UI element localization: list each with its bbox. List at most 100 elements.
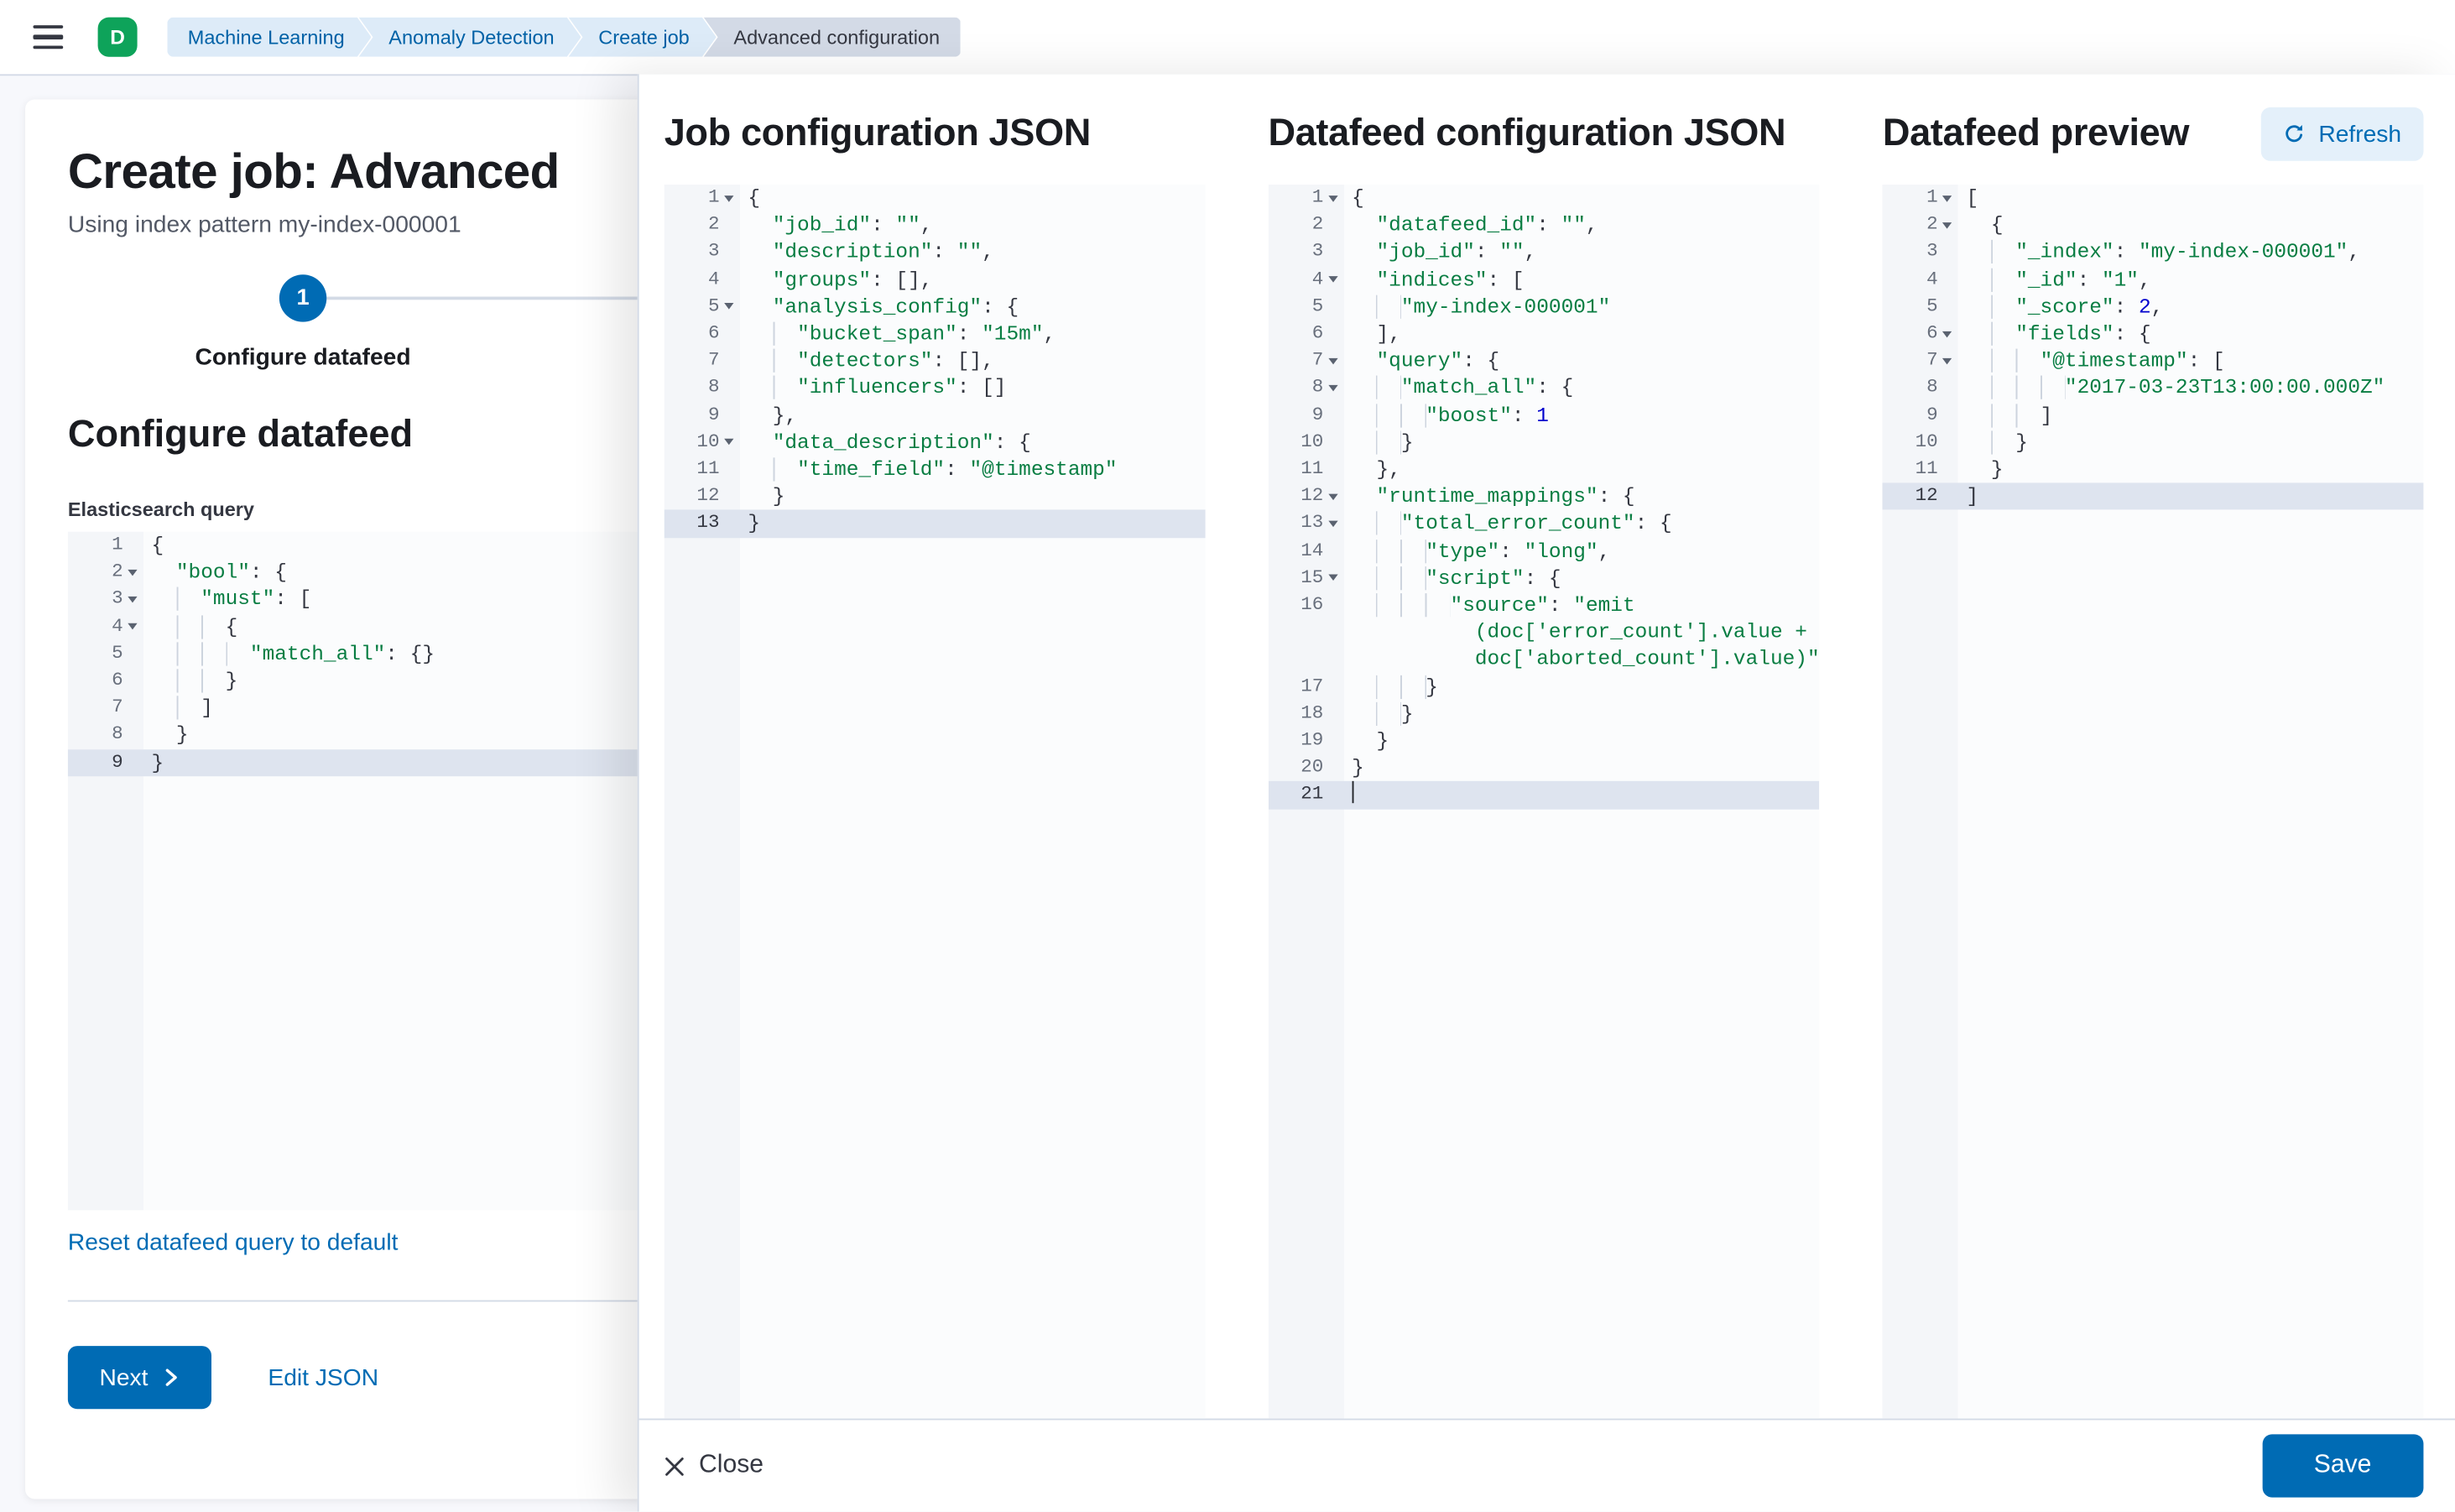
- code-line: 7 "query": {: [1268, 347, 1819, 374]
- breadcrumb-item[interactable]: Create job: [569, 18, 717, 57]
- code-line: 11 }: [1883, 456, 2424, 483]
- code-line: 12 }: [665, 483, 1206, 510]
- code-line: 10 "data_description": {: [665, 429, 1206, 456]
- job-config-editor[interactable]: 1{2 "job_id": "",3 "description": "",4 "…: [665, 185, 1206, 1419]
- code-line: 10 }: [1268, 429, 1819, 456]
- save-button[interactable]: Save: [2262, 1434, 2424, 1497]
- json-editor-flyout: Job configuration JSON 1{2 "job_id": "",…: [638, 74, 2455, 1511]
- code-line: 17 }: [1268, 673, 1819, 700]
- code-line: 9 ]: [1883, 402, 2424, 429]
- code-line: 3 "must": [: [68, 586, 644, 613]
- breadcrumb-item[interactable]: Machine Learning: [167, 18, 371, 57]
- next-button[interactable]: Next: [68, 1346, 211, 1409]
- close-button[interactable]: Close: [665, 1452, 764, 1480]
- divider: [68, 1301, 644, 1302]
- code-line: 2 "job_id": "",: [665, 211, 1206, 238]
- code-line: 2 {: [1883, 211, 2424, 238]
- refresh-button[interactable]: Refresh: [2262, 107, 2424, 161]
- step-1-indicator[interactable]: 1: [279, 274, 326, 321]
- text-cursor: [1352, 782, 1354, 804]
- breadcrumb-item[interactable]: Anomaly Detection: [359, 18, 581, 57]
- code-line: 11 "time_field": "@timestamp": [665, 456, 1206, 483]
- fold-arrow-icon[interactable]: [1328, 195, 1337, 201]
- edit-json-button[interactable]: Edit JSON: [268, 1364, 378, 1391]
- code-line: 14 "type": "long",: [1268, 538, 1819, 565]
- step-1-label: Configure datafeed: [195, 344, 411, 371]
- fold-arrow-icon[interactable]: [1328, 276, 1337, 283]
- code-line: 8 }: [68, 722, 644, 748]
- code-line: 3 "description": "",: [665, 239, 1206, 266]
- breadcrumb-item: Advanced configuration: [704, 18, 961, 57]
- code-line: 20}: [1268, 754, 1819, 781]
- fold-arrow-icon[interactable]: [128, 623, 137, 630]
- code-line: 5 "_score": 2,: [1883, 293, 2424, 320]
- code-line: 16 "source": "emit: [1268, 592, 1819, 618]
- code-line: 8 "match_all": {: [1268, 374, 1819, 401]
- code-line: 1{: [68, 532, 644, 559]
- page-subtitle: Using index pattern my-index-000001: [68, 211, 644, 238]
- fold-arrow-icon[interactable]: [128, 597, 137, 603]
- code-line: 13}: [665, 510, 1206, 537]
- datafeed-config-title: Datafeed configuration JSON: [1268, 112, 1785, 157]
- fold-arrow-icon[interactable]: [1328, 521, 1337, 528]
- code-line: 6 }: [68, 667, 644, 694]
- datafeed-preview-column: Datafeed preview Refresh 1[2 {3 "_index"…: [1883, 96, 2424, 1419]
- code-line: 5 "my-index-000001": [1268, 293, 1819, 320]
- fold-arrow-icon[interactable]: [1328, 358, 1337, 365]
- fold-arrow-icon[interactable]: [1328, 385, 1337, 392]
- fold-arrow-icon[interactable]: [724, 440, 733, 446]
- job-config-title: Job configuration JSON: [665, 112, 1091, 157]
- top-header-bar: D Machine LearningAnomaly DetectionCreat…: [0, 0, 2455, 76]
- fold-arrow-icon[interactable]: [1942, 358, 1952, 365]
- code-line: 13 "total_error_count": {: [1268, 510, 1819, 537]
- fold-arrow-icon[interactable]: [1942, 331, 1952, 337]
- fold-arrow-icon[interactable]: [1942, 195, 1952, 201]
- code-line: 9}: [68, 749, 644, 776]
- code-line: 9 },: [665, 402, 1206, 429]
- code-line: 9 "boost": 1: [1268, 402, 1819, 429]
- code-line: 1{: [1268, 185, 1819, 211]
- fold-arrow-icon[interactable]: [724, 195, 733, 201]
- code-line: 5 "match_all": {}: [68, 640, 644, 667]
- code-line: doc['aborted_count'].value)": [1268, 646, 1819, 673]
- code-line: 1[: [1883, 185, 2424, 211]
- code-line: 6 "bucket_span": "15m",: [665, 321, 1206, 347]
- code-line: 1{: [665, 185, 1206, 211]
- elasticsearch-query-editor[interactable]: 1{2 "bool": {3 "must": [4 {5 "match_all"…: [68, 532, 644, 1211]
- datafeed-config-column: Datafeed configuration JSON 1{2 "datafee…: [1268, 96, 1819, 1419]
- section-title: Configure datafeed: [68, 414, 644, 458]
- datafeed-preview-title: Datafeed preview: [1883, 112, 2189, 157]
- fold-arrow-icon[interactable]: [1328, 575, 1337, 581]
- code-line: 4 "indices": [: [1268, 266, 1819, 293]
- page-title: Create job: Advanced: [68, 143, 644, 201]
- code-line: 5 "analysis_config": {: [665, 293, 1206, 320]
- code-line: 2 "bool": {: [68, 559, 644, 586]
- datafeed-config-editor[interactable]: 1{2 "datafeed_id": "",3 "job_id": "",4 "…: [1268, 185, 1819, 1419]
- code-line: 11 },: [1268, 456, 1819, 483]
- kibana-app: D Machine LearningAnomaly DetectionCreat…: [0, 0, 2455, 1512]
- breadcrumbs: Machine LearningAnomaly DetectionCreate …: [167, 18, 960, 57]
- elasticsearch-query-label: Elasticsearch query: [68, 498, 644, 520]
- code-line: 4 "_id": "1",: [1883, 266, 2424, 293]
- code-line: 12 "runtime_mappings": {: [1268, 483, 1819, 510]
- code-line: 7 "detectors": [],: [665, 347, 1206, 374]
- code-line: 15 "script": {: [1268, 565, 1819, 592]
- fold-arrow-icon[interactable]: [1328, 493, 1337, 500]
- code-line: 2 "datafeed_id": "",: [1268, 211, 1819, 238]
- code-line: 21: [1268, 782, 1819, 809]
- code-line: 10 }: [1883, 429, 2424, 456]
- fold-arrow-icon[interactable]: [724, 304, 733, 310]
- fold-arrow-icon[interactable]: [128, 569, 137, 576]
- code-line: 6 ],: [1268, 321, 1819, 347]
- datafeed-preview-editor[interactable]: 1[2 {3 "_index": "my-index-000001",4 "_i…: [1883, 185, 2424, 1419]
- code-line: 19 }: [1268, 727, 1819, 754]
- reset-datafeed-query-link[interactable]: Reset datafeed query to default: [68, 1229, 399, 1256]
- code-line: 3 "_index": "my-index-000001",: [1883, 239, 2424, 266]
- menu-icon[interactable]: [16, 1, 79, 74]
- space-avatar[interactable]: D: [98, 18, 138, 57]
- code-line: 7 "@timestamp": [: [1883, 347, 2424, 374]
- refresh-icon: [2284, 123, 2306, 145]
- fold-arrow-icon[interactable]: [1942, 222, 1952, 229]
- code-line: 3 "job_id": "",: [1268, 239, 1819, 266]
- code-line: 8 "2017-03-23T13:00:00.000Z": [1883, 374, 2424, 401]
